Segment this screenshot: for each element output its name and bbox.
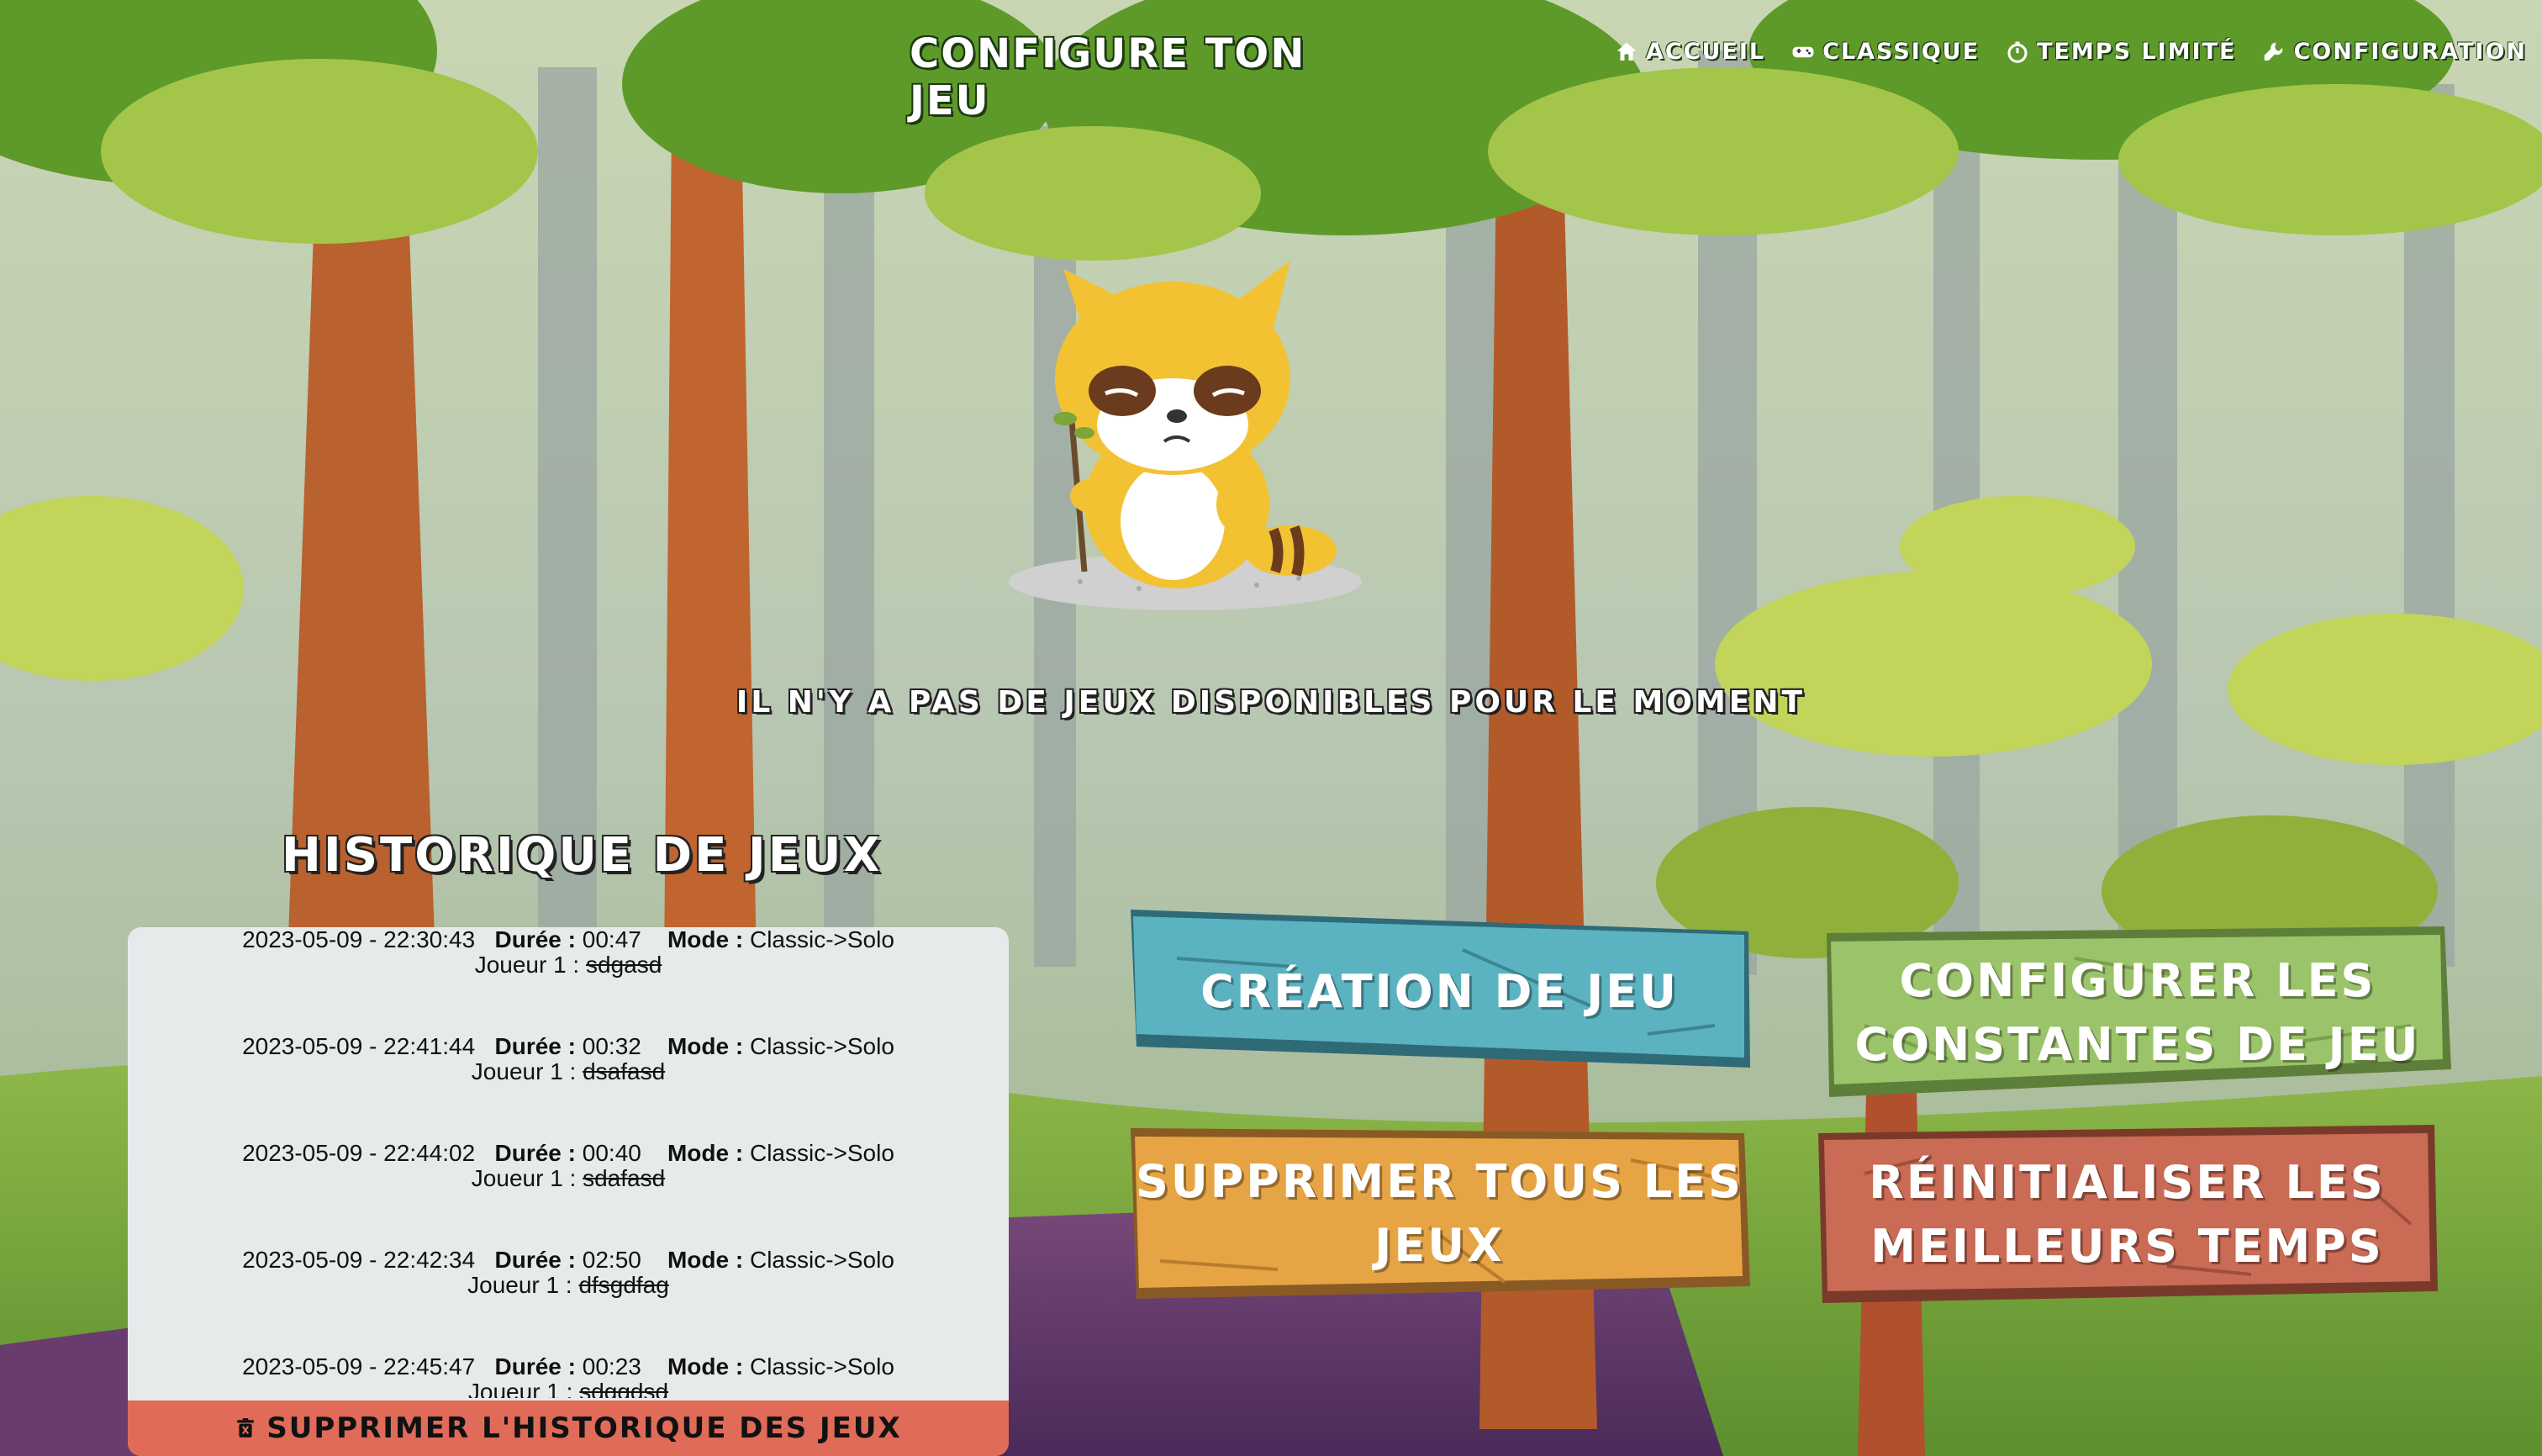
entry-date: 2023-05-09 - 22:30:43 bbox=[242, 927, 476, 952]
delete-all-games-line1: SUPPRIMER TOUS LES bbox=[1135, 1155, 1744, 1208]
player-label: Joueur 1 : bbox=[474, 952, 580, 978]
duration-label: Durée : bbox=[494, 927, 576, 952]
trash-icon bbox=[237, 1418, 254, 1438]
nav-configuration-label: CONFIGURATION bbox=[2293, 39, 2527, 65]
history-entry: 2023-05-09 - 22:41:44 Durée : 00:32 Mode… bbox=[128, 1034, 1009, 1084]
nav-configuration[interactable]: CONFIGURATION bbox=[2261, 39, 2527, 65]
mode-label: Mode : bbox=[667, 1353, 744, 1380]
entry-date: 2023-05-09 - 22:41:44 bbox=[242, 1033, 476, 1059]
configure-constants-label: CONFIGURER LES CONSTANTES DE JEU bbox=[1854, 949, 2420, 1077]
history-list[interactable]: 2023-05-09 - 22:30:43 Durée : 00:47 Mode… bbox=[128, 927, 1009, 1398]
entry-player: sdggdsd bbox=[579, 1379, 669, 1399]
reset-best-times-label: RÉINITIALISER LES MEILLEURS TEMPS bbox=[1869, 1151, 2385, 1279]
duration-label: Durée : bbox=[494, 1247, 576, 1273]
stopwatch-icon bbox=[2007, 41, 2028, 63]
delete-history-button[interactable]: SUPPRIMER L'HISTORIQUE DES JEUX bbox=[128, 1401, 1009, 1456]
configure-constants-line2: CONSTANTES DE JEU bbox=[1854, 1018, 2421, 1071]
reset-best-times-line2: MEILLEURS TEMPS bbox=[1870, 1220, 2384, 1273]
entry-mode: Classic->Solo bbox=[749, 927, 894, 952]
entry-duration: 00:40 bbox=[582, 1140, 641, 1166]
nav-accueil[interactable]: ACCUEIL bbox=[1614, 39, 1765, 65]
duration-label: Durée : bbox=[494, 1033, 576, 1059]
entry-duration: 00:23 bbox=[582, 1353, 641, 1380]
create-game-button[interactable]: CRÉATION DE JEU bbox=[1126, 908, 1753, 1076]
nav-accueil-label: ACCUEIL bbox=[1645, 39, 1766, 65]
history-entry: 2023-05-09 - 22:45:47 Durée : 00:23 Mode… bbox=[128, 1353, 1009, 1399]
reset-best-times-line1: RÉINITIALISER LES bbox=[1869, 1156, 2386, 1209]
entry-duration: 00:32 bbox=[582, 1033, 641, 1059]
mode-label: Mode : bbox=[667, 1033, 744, 1059]
entry-duration: 00:47 bbox=[582, 927, 641, 952]
entry-mode: Classic->Solo bbox=[749, 1247, 894, 1273]
mode-label: Mode : bbox=[667, 927, 744, 952]
player-label: Joueur 1 : bbox=[467, 1379, 573, 1399]
history-entry: 2023-05-09 - 22:42:34 Durée : 02:50 Mode… bbox=[128, 1248, 1009, 1298]
player-label: Joueur 1 : bbox=[467, 1272, 572, 1298]
create-game-label: CRÉATION DE JEU bbox=[1200, 965, 1679, 1018]
entry-player: sdafasd bbox=[583, 1165, 666, 1191]
reset-best-times-button[interactable]: RÉINITIALISER LES MEILLEURS TEMPS bbox=[1814, 1123, 2440, 1306]
nav-classique[interactable]: CLASSIQUE bbox=[1790, 39, 1980, 65]
delete-all-games-label: SUPPRIMER TOUS LES JEUX bbox=[1136, 1150, 1743, 1278]
player-label: Joueur 1 : bbox=[471, 1165, 577, 1191]
player-label: Joueur 1 : bbox=[471, 1058, 577, 1084]
gamepad-icon bbox=[1792, 46, 1814, 57]
duration-label: Durée : bbox=[494, 1353, 576, 1380]
delete-all-games-line2: JEUX bbox=[1374, 1219, 1505, 1272]
entry-duration: 02:50 bbox=[582, 1247, 641, 1273]
delete-all-games-button[interactable]: SUPPRIMER TOUS LES JEUX bbox=[1126, 1126, 1753, 1301]
entry-player: sdgasd bbox=[586, 952, 662, 978]
duration-label: Durée : bbox=[494, 1140, 576, 1166]
sad-raccoon-illustration bbox=[1009, 261, 1362, 610]
history-title: HISTORIQUE DE JEUX bbox=[282, 828, 883, 883]
top-nav: ACCUEIL CLASSIQUE TEMPS LIMITÉ CONFIGURA… bbox=[1614, 39, 2527, 65]
entry-date: 2023-05-09 - 22:42:34 bbox=[242, 1247, 476, 1273]
wrench-icon bbox=[2265, 42, 2283, 61]
empty-games-message: IL N'Y A PAS DE JEUX DISPONIBLES POUR LE… bbox=[736, 685, 1806, 720]
entry-player: dfsgdfag bbox=[578, 1272, 669, 1298]
configure-constants-button[interactable]: CONFIGURER LES CONSTANTES DE JEU bbox=[1822, 925, 2453, 1101]
nav-classique-label: CLASSIQUE bbox=[1822, 39, 1980, 65]
mode-label: Mode : bbox=[667, 1140, 744, 1166]
entry-player: dsafasd bbox=[583, 1058, 666, 1084]
nav-temps-limite-label: TEMPS LIMITÉ bbox=[2037, 39, 2237, 65]
history-panel: 2023-05-09 - 22:30:43 Durée : 00:47 Mode… bbox=[128, 927, 1009, 1456]
entry-date: 2023-05-09 - 22:44:02 bbox=[242, 1140, 476, 1166]
delete-history-label: SUPPRIMER L'HISTORIQUE DES JEUX bbox=[266, 1411, 902, 1445]
entry-date: 2023-05-09 - 22:45:47 bbox=[242, 1353, 476, 1380]
configure-constants-line1: CONFIGURER LES bbox=[1899, 954, 2376, 1007]
history-entry: 2023-05-09 - 22:44:02 Durée : 00:40 Mode… bbox=[128, 1141, 1009, 1191]
page-title: CONFIGURE TON JEU bbox=[910, 30, 1306, 124]
nav-temps-limite[interactable]: TEMPS LIMITÉ bbox=[2005, 39, 2236, 65]
mode-label: Mode : bbox=[667, 1247, 744, 1273]
entry-mode: Classic->Solo bbox=[749, 1033, 894, 1059]
entry-mode: Classic->Solo bbox=[749, 1353, 894, 1380]
home-icon bbox=[1616, 42, 1637, 61]
history-entry: 2023-05-09 - 22:30:43 Durée : 00:47 Mode… bbox=[128, 927, 1009, 978]
entry-mode: Classic->Solo bbox=[749, 1140, 894, 1166]
